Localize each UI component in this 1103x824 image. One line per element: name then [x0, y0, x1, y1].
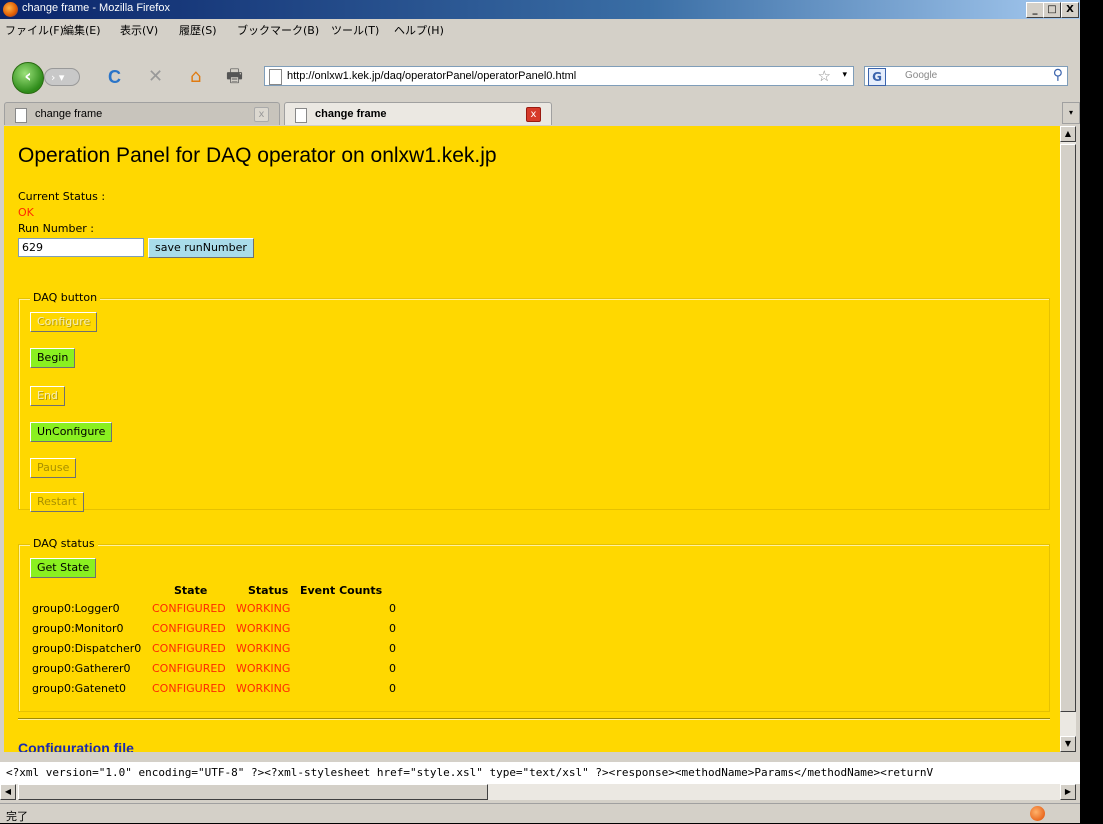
page-title: Operation Panel for DAQ operator on onlx…	[18, 144, 497, 167]
vertical-scroll-thumb[interactable]	[1060, 144, 1076, 712]
vertical-scrollbar[interactable]: ▲ ▼	[1060, 126, 1076, 752]
menu-bar: ファイル(F) 編集(E) 表示(V) 履歴(S) ブックマーク(B) ツール(…	[0, 19, 1080, 39]
component-name: group0:Monitor0	[32, 622, 124, 635]
component-status: WORKING	[236, 622, 291, 635]
firefox-logo-icon	[3, 2, 18, 17]
search-box[interactable]: G Google ⚲	[864, 66, 1068, 86]
component-event-count: 0	[389, 682, 396, 695]
scroll-right-arrow-icon[interactable]: ▶	[1060, 784, 1076, 800]
status-text: 完了	[6, 810, 28, 823]
component-status: WORKING	[236, 682, 291, 695]
component-state: CONFIGURED	[152, 682, 226, 695]
menu-edit[interactable]: 編集(E)	[63, 22, 101, 38]
current-status-value: OK	[18, 206, 34, 219]
home-icon[interactable]: ⌂	[190, 66, 201, 88]
xml-response-frame: <?xml version="1.0" encoding="UTF-8" ?><…	[0, 762, 1080, 784]
tab-list-button[interactable]: ▾	[1062, 102, 1080, 124]
daq-status-legend: DAQ status	[30, 537, 98, 550]
tab-bar: change frame x change frame x ▾	[0, 100, 1080, 126]
url-dropdown-icon[interactable]: ▾	[842, 70, 847, 80]
begin-button[interactable]: Begin	[30, 348, 76, 368]
restart-button[interactable]: Restart	[30, 492, 84, 512]
col-header-event-counts: Event Counts	[300, 584, 383, 597]
menu-history[interactable]: 履歴(S)	[179, 22, 217, 38]
page-icon	[269, 69, 282, 85]
col-header-state: State	[174, 584, 208, 597]
scroll-left-arrow-icon[interactable]: ◀	[0, 784, 16, 800]
component-name: group0:Gatenet0	[32, 682, 127, 695]
print-icon[interactable]: 🖶	[226, 66, 243, 88]
daq-button-legend: DAQ button	[30, 291, 101, 304]
menu-view[interactable]: 表示(V)	[120, 22, 158, 38]
run-number-input[interactable]	[18, 238, 144, 257]
window-title: change frame - Mozilla Firefox	[22, 2, 170, 14]
scroll-up-arrow-icon[interactable]: ▲	[1060, 126, 1076, 142]
component-event-count: 0	[389, 662, 396, 675]
menu-bookmarks[interactable]: ブックマーク(B)	[237, 22, 319, 38]
component-event-count: 0	[389, 622, 396, 635]
tab-change-frame-2[interactable]: change frame x	[284, 102, 552, 125]
component-name: group0:Logger0	[32, 602, 120, 615]
tab-label: change frame	[315, 108, 387, 120]
col-header-status: Status	[248, 584, 289, 597]
back-button[interactable]: ‹	[12, 62, 44, 94]
component-name: group0:Dispatcher0	[32, 642, 142, 655]
component-status: WORKING	[236, 662, 291, 675]
component-state: CONFIGURED	[152, 602, 226, 615]
url-bar[interactable]: http://onlxw1.kek.jp/daq/operatorPanel/o…	[264, 66, 854, 86]
component-status: WORKING	[236, 642, 291, 655]
search-icon[interactable]: ⚲	[1053, 67, 1063, 83]
page-icon	[15, 108, 27, 123]
menu-help[interactable]: ヘルプ(H)	[394, 22, 444, 38]
get-state-button[interactable]: Get State	[30, 558, 97, 578]
component-event-count: 0	[389, 602, 396, 615]
firefox-status-icon	[1030, 806, 1045, 821]
horizontal-scrollbar[interactable]: ◀ ▶	[0, 784, 1076, 800]
tab-close-icon[interactable]: x	[526, 107, 541, 122]
unconfigure-button[interactable]: UnConfigure	[30, 422, 113, 442]
end-button[interactable]: End	[30, 386, 65, 406]
search-placeholder[interactable]: Google	[905, 70, 937, 81]
stop-icon[interactable]: ✕	[148, 66, 163, 88]
bookmark-star-icon[interactable]: ☆	[818, 67, 831, 85]
component-state: CONFIGURED	[152, 642, 226, 655]
minimize-button[interactable]: _	[1026, 2, 1044, 18]
google-engine-icon[interactable]: G	[868, 68, 886, 86]
close-window-button[interactable]: X	[1061, 2, 1079, 18]
configure-button[interactable]: Configure	[30, 312, 98, 332]
pause-button[interactable]: Pause	[30, 458, 77, 478]
current-status-label: Current Status :	[18, 190, 106, 203]
run-number-label: Run Number :	[18, 222, 94, 235]
component-state: CONFIGURED	[152, 622, 226, 635]
menu-tools[interactable]: ツール(T)	[331, 22, 379, 38]
configuration-file-heading: Configuration file	[18, 740, 134, 752]
save-run-number-button[interactable]: save runNumber	[148, 238, 254, 258]
divider	[18, 718, 1050, 720]
url-text[interactable]: http://onlxw1.kek.jp/daq/operatorPanel/o…	[287, 70, 576, 82]
scroll-down-arrow-icon[interactable]: ▼	[1060, 736, 1076, 752]
title-bar: change frame - Mozilla Firefox _ □ X	[0, 0, 1080, 19]
navigation-toolbar: ‹ › ▾ C ✕ ⌂ 🖶 http://onlxw1.kek.jp/daq/o…	[0, 58, 1080, 94]
browser-window: change frame - Mozilla Firefox _ □ X ファイ…	[0, 0, 1080, 823]
reload-icon[interactable]: C	[108, 66, 121, 88]
tab-label: change frame	[35, 108, 103, 120]
tab-close-icon[interactable]: x	[254, 107, 269, 122]
menu-file[interactable]: ファイル(F)	[5, 22, 64, 38]
horizontal-scroll-thumb[interactable]	[18, 784, 488, 800]
maximize-button[interactable]: □	[1043, 2, 1061, 18]
component-state: CONFIGURED	[152, 662, 226, 675]
component-name: group0:Gatherer0	[32, 662, 131, 675]
component-event-count: 0	[389, 642, 396, 655]
page-content: Operation Panel for DAQ operator on onlx…	[4, 126, 1060, 752]
status-bar: 完了	[0, 803, 1080, 824]
component-status: WORKING	[236, 602, 291, 615]
xml-response-text: <?xml version="1.0" encoding="UTF-8" ?><…	[6, 766, 934, 779]
daq-button-group	[18, 298, 1050, 510]
forward-button[interactable]: › ▾	[44, 68, 80, 86]
tab-change-frame-1[interactable]: change frame x	[4, 102, 280, 125]
page-icon	[295, 108, 307, 123]
